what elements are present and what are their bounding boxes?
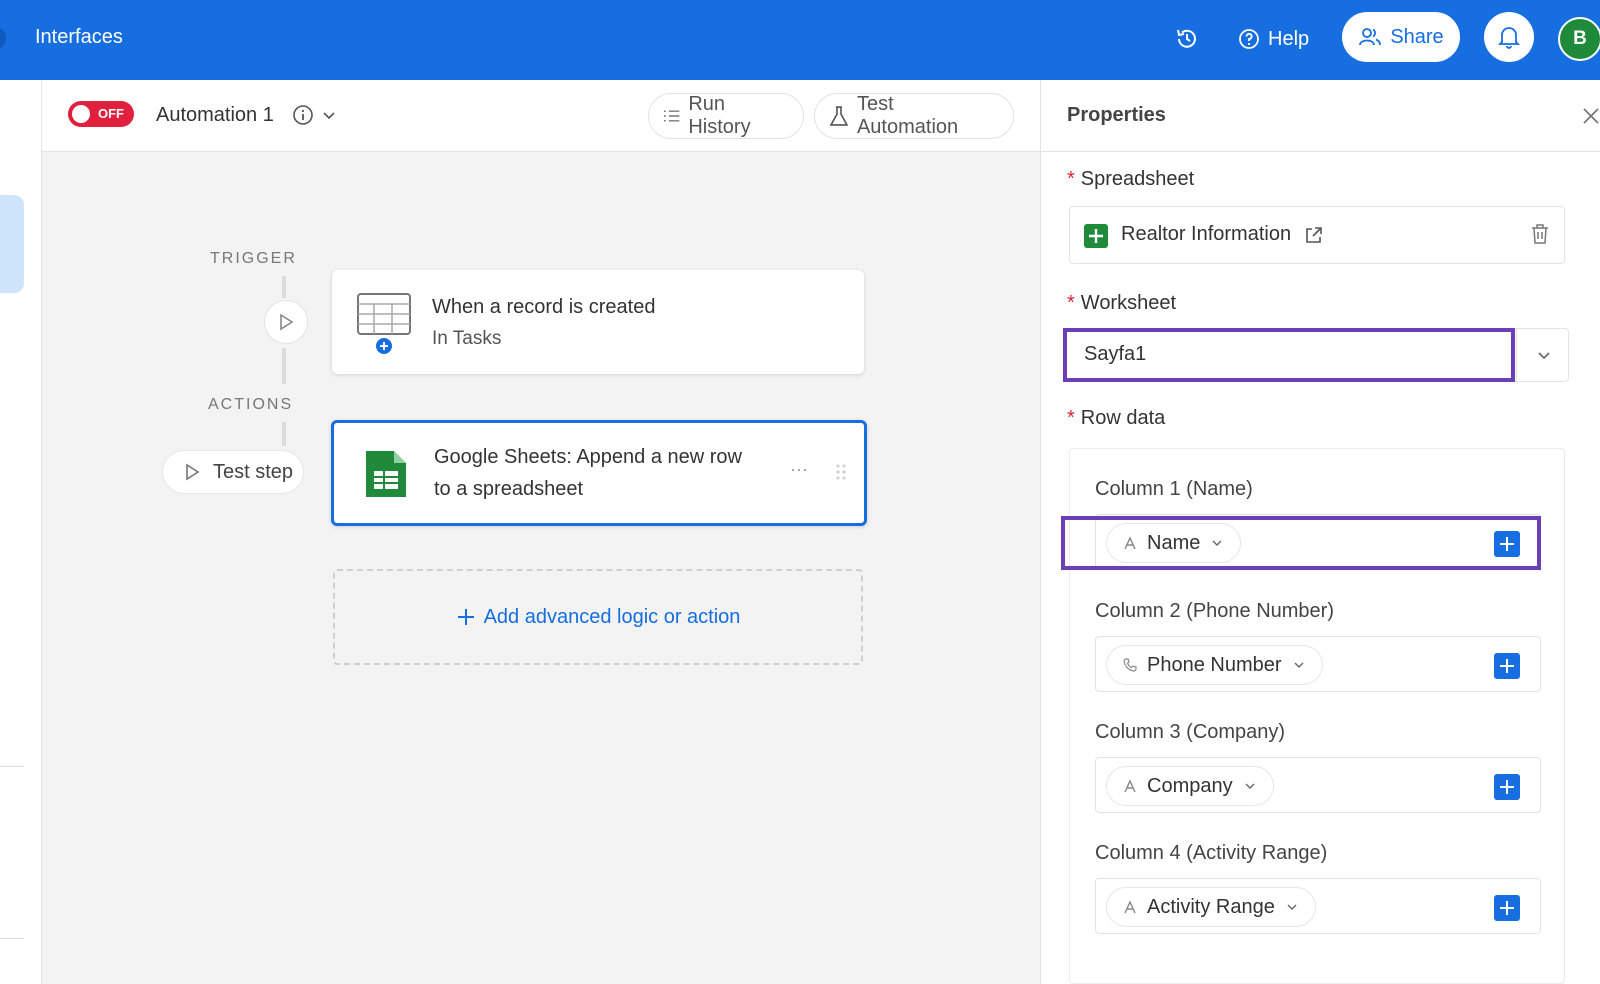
field-token[interactable]: Activity Range bbox=[1106, 887, 1316, 927]
chevron-down-icon bbox=[1243, 779, 1257, 793]
worksheet-label-text: Worksheet bbox=[1081, 292, 1176, 314]
add-field-button[interactable] bbox=[1494, 895, 1520, 921]
flask-icon bbox=[829, 105, 849, 127]
field-token-label: Activity Range bbox=[1147, 896, 1275, 919]
play-icon bbox=[183, 462, 201, 482]
field-token[interactable]: Company bbox=[1106, 766, 1274, 806]
name-field-highlight-box bbox=[1061, 516, 1541, 570]
spreadsheet-selector[interactable]: Realtor Information bbox=[1069, 206, 1565, 264]
test-step-label: Test step bbox=[213, 461, 293, 484]
column-mapping-field[interactable]: Company bbox=[1095, 757, 1541, 813]
required-mark: * bbox=[1067, 168, 1075, 190]
test-automation-button[interactable]: Test Automation bbox=[814, 93, 1014, 139]
field-token-label: Phone Number bbox=[1147, 654, 1282, 677]
drag-handle-icon[interactable] bbox=[836, 463, 846, 481]
play-icon bbox=[277, 312, 295, 332]
field-token-label: Company bbox=[1147, 775, 1233, 798]
required-mark: * bbox=[1067, 292, 1075, 314]
google-sheets-icon bbox=[1084, 224, 1108, 248]
help-label: Help bbox=[1268, 28, 1309, 51]
trigger-section-label: TRIGGER bbox=[210, 250, 297, 268]
avatar[interactable]: B bbox=[1558, 17, 1600, 61]
spreadsheet-label-text: Spreadsheet bbox=[1081, 168, 1194, 190]
test-step-button[interactable]: Test step bbox=[162, 450, 304, 494]
column-label: Column 2 (Phone Number) bbox=[1095, 600, 1334, 623]
connector-line bbox=[282, 422, 286, 446]
connector-line bbox=[282, 276, 286, 298]
chevron-down-icon bbox=[1285, 900, 1299, 914]
chevron-down-icon bbox=[1292, 658, 1306, 672]
spreadsheet-label: * Spreadsheet bbox=[1067, 168, 1194, 191]
toggle-knob bbox=[72, 105, 90, 123]
column-mapping-field[interactable]: Activity Range bbox=[1095, 878, 1541, 934]
worksheet-label: * Worksheet bbox=[1067, 292, 1176, 315]
required-mark: * bbox=[1067, 407, 1075, 429]
add-field-button[interactable] bbox=[1494, 774, 1520, 800]
external-link-icon[interactable] bbox=[1304, 225, 1324, 245]
info-icon[interactable] bbox=[292, 104, 314, 126]
notifications-button[interactable] bbox=[1484, 12, 1534, 62]
more-options-icon[interactable]: ··· bbox=[790, 459, 808, 480]
top-bar: Interfaces Help Share B bbox=[0, 0, 1600, 80]
share-label: Share bbox=[1390, 26, 1443, 49]
app-title[interactable]: Interfaces bbox=[35, 26, 123, 49]
worksheet-highlight-box bbox=[1063, 328, 1515, 382]
connector-line bbox=[282, 348, 286, 384]
properties-panel: Properties * Spreadsheet Realtor Informat… bbox=[1040, 80, 1600, 984]
phone-icon bbox=[1123, 658, 1137, 672]
rail-divider bbox=[0, 766, 24, 767]
panel-title: Properties bbox=[1067, 104, 1166, 127]
column-label: Column 3 (Company) bbox=[1095, 721, 1285, 744]
text-type-icon bbox=[1123, 779, 1137, 793]
google-sheets-icon bbox=[364, 449, 408, 499]
action-title: Google Sheets: Append a new row bbox=[434, 446, 742, 469]
chevron-down-icon[interactable] bbox=[1534, 345, 1554, 365]
trigger-card[interactable]: When a record is created In Tasks bbox=[332, 270, 864, 374]
bell-icon bbox=[1498, 25, 1520, 49]
action-card[interactable]: Google Sheets: Append a new row to a spr… bbox=[331, 420, 867, 526]
left-rail bbox=[0, 80, 42, 984]
automation-toolbar: OFF Automation 1 Run History Test Automa… bbox=[42, 80, 1040, 152]
trigger-subtitle: In Tasks bbox=[432, 328, 501, 350]
field-token[interactable]: Phone Number bbox=[1106, 645, 1323, 685]
help-icon bbox=[1238, 28, 1260, 50]
history-icon[interactable] bbox=[1172, 24, 1202, 54]
column-mapping-field[interactable]: Phone Number bbox=[1095, 636, 1541, 692]
toggle-label: OFF bbox=[98, 106, 124, 121]
trash-icon[interactable] bbox=[1530, 223, 1550, 245]
automation-name[interactable]: Automation 1 bbox=[156, 104, 274, 127]
spreadsheet-name: Realtor Information bbox=[1121, 223, 1291, 246]
run-history-button[interactable]: Run History bbox=[648, 93, 804, 139]
plus-icon bbox=[456, 607, 476, 627]
select-divider bbox=[1516, 329, 1517, 381]
rail-divider bbox=[0, 938, 24, 939]
share-button[interactable]: Share bbox=[1342, 12, 1460, 62]
rail-tab[interactable] bbox=[0, 195, 24, 293]
help-button[interactable]: Help bbox=[1238, 22, 1309, 56]
close-icon[interactable] bbox=[1581, 106, 1600, 126]
list-icon bbox=[663, 108, 680, 124]
automation-canvas: TRIGGER ACTIONS Test step When a record … bbox=[42, 152, 1040, 984]
rowdata-label-text: Row data bbox=[1081, 407, 1166, 429]
test-automation-label: Test Automation bbox=[857, 93, 999, 139]
rowdata-label: * Row data bbox=[1067, 407, 1165, 430]
run-history-label: Run History bbox=[688, 93, 789, 139]
add-logic-action-button[interactable]: Add advanced logic or action bbox=[333, 569, 863, 665]
run-trigger-button[interactable] bbox=[264, 300, 308, 344]
back-handle[interactable] bbox=[0, 28, 6, 48]
column-label: Column 4 (Activity Range) bbox=[1095, 842, 1327, 865]
add-field-button[interactable] bbox=[1494, 653, 1520, 679]
text-type-icon bbox=[1123, 900, 1137, 914]
actions-section-label: ACTIONS bbox=[208, 396, 293, 414]
panel-header: Properties bbox=[1041, 80, 1600, 152]
table-record-icon bbox=[356, 292, 412, 354]
add-logic-action-label: Add advanced logic or action bbox=[484, 606, 741, 629]
automation-toggle[interactable]: OFF bbox=[68, 101, 134, 127]
action-subtitle: to a spreadsheet bbox=[434, 478, 583, 501]
column-label: Column 1 (Name) bbox=[1095, 478, 1253, 501]
trigger-title: When a record is created bbox=[432, 296, 655, 319]
share-users-icon bbox=[1358, 26, 1382, 48]
chevron-down-icon[interactable] bbox=[320, 106, 338, 124]
